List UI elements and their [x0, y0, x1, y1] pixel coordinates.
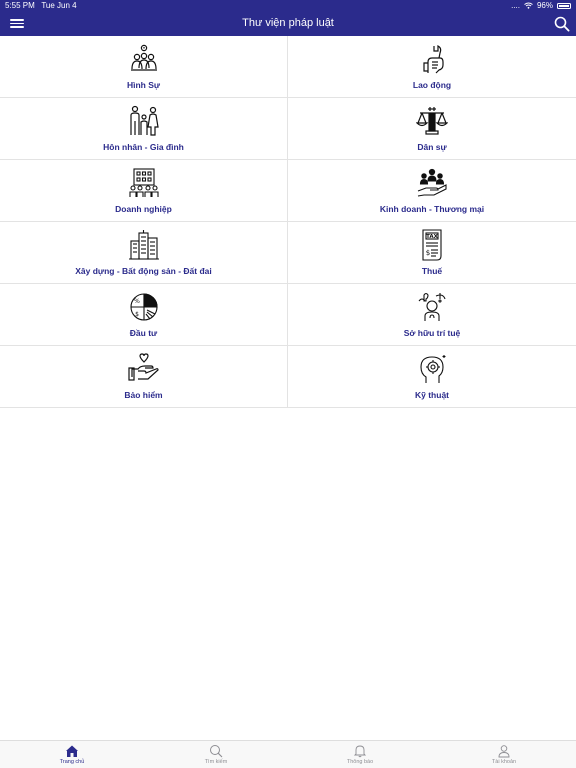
category-label: Xây dựng - Bất động sản - Đất đai — [75, 266, 212, 276]
svg-text:%: % — [134, 298, 140, 305]
enterprise-building-icon — [128, 168, 159, 197]
status-bar: 5:55 PM Tue Jun 4 .... 96% — [0, 0, 576, 12]
bottom-tab-bar: Trang chủ Tìm kiếm Thông báo Tài khoản — [0, 740, 576, 768]
category-grid: Hình Sự Lao động Hôn nhân - Gia đình Dân… — [0, 36, 576, 408]
tab-label: Thông báo — [346, 759, 374, 765]
svg-text:$: $ — [135, 311, 139, 318]
category-civil[interactable]: Dân sự — [288, 98, 576, 159]
user-icon — [498, 745, 510, 758]
home-icon — [66, 745, 78, 757]
bell-icon — [353, 745, 367, 758]
criminal-people-icon — [130, 44, 157, 71]
category-label: Đầu tư — [129, 328, 158, 338]
category-label: Bảo hiểm — [124, 390, 163, 400]
family-icon — [129, 105, 159, 136]
category-enterprise[interactable]: Doanh nghiệp — [0, 160, 288, 221]
category-label: Doanh nghiệp — [115, 204, 172, 214]
category-tax[interactable]: TAX $ Thuế — [288, 222, 576, 283]
category-row: Doanh nghiệp Kinh doanh - Thương mại — [0, 160, 576, 222]
tab-label: Tìm kiếm — [204, 759, 228, 765]
category-technical[interactable]: Kỹ thuật — [288, 346, 576, 407]
category-label: Hôn nhân - Gia đình — [103, 142, 184, 152]
category-row: % $ Đầu tư Sở hữu trí tuệ — [0, 284, 576, 346]
category-criminal[interactable]: Hình Sự — [0, 36, 288, 97]
construction-buildings-icon — [128, 230, 159, 260]
intellectual-property-icon — [418, 292, 446, 321]
status-right: .... 96% — [511, 1, 571, 10]
category-row: Bảo hiểm Kỹ thuật — [0, 346, 576, 408]
top-bar: 5:55 PM Tue Jun 4 .... 96% Thư viện pháp… — [0, 0, 576, 36]
category-ip[interactable]: Sở hữu trí tuệ — [288, 284, 576, 345]
wifi-icon — [524, 2, 533, 9]
category-investment[interactable]: % $ Đầu tư — [0, 284, 288, 345]
category-family[interactable]: Hôn nhân - Gia đình — [0, 98, 288, 159]
category-row: Hình Sự Lao động — [0, 36, 576, 98]
page-title: Thư viện pháp luật — [242, 17, 334, 29]
category-labor[interactable]: Lao động — [288, 36, 576, 97]
category-row: Xây dựng - Bất động sản - Đất đai TAX $ … — [0, 222, 576, 284]
tab-account[interactable]: Tài khoản — [432, 741, 576, 768]
tab-home[interactable]: Trang chủ — [0, 741, 144, 768]
insurance-hand-heart-icon — [127, 353, 159, 381]
tax-document-icon: TAX $ — [422, 229, 442, 261]
category-label: Kinh doanh - Thương mại — [379, 204, 485, 214]
category-label: Hình Sự — [126, 80, 161, 90]
category-label: Kỹ thuật — [415, 390, 449, 400]
category-label: Dân sự — [417, 142, 447, 152]
nav-bar: Thư viện pháp luật — [0, 12, 576, 36]
category-label: Sở hữu trí tuệ — [403, 328, 461, 338]
business-hand-people-icon — [417, 168, 447, 197]
tab-label: Tài khoản — [491, 759, 517, 765]
investment-pie-icon: % $ — [129, 293, 158, 321]
search-icon[interactable] — [554, 16, 570, 32]
battery-percent: 96% — [536, 1, 553, 10]
svg-text:TAX: TAX — [426, 234, 439, 240]
search-icon — [210, 745, 223, 758]
category-insurance[interactable]: Bảo hiểm — [0, 346, 288, 407]
tab-notifications[interactable]: Thông báo — [288, 741, 432, 768]
tab-search[interactable]: Tìm kiếm — [144, 741, 288, 768]
svg-text:$: $ — [426, 249, 430, 257]
labor-wrench-hand-icon — [423, 45, 444, 74]
category-label: Lao động — [412, 80, 452, 90]
category-construction[interactable]: Xây dựng - Bất động sản - Đất đai — [0, 222, 288, 283]
category-row: Hôn nhân - Gia đình Dân sự — [0, 98, 576, 160]
justice-scales-icon — [416, 107, 448, 135]
technology-head-gear-icon — [420, 355, 446, 383]
status-time: 5:55 PM Tue Jun 4 — [5, 1, 77, 10]
category-label: Thuế — [421, 266, 443, 276]
category-business[interactable]: Kinh doanh - Thương mại — [288, 160, 576, 221]
battery-icon — [557, 2, 571, 9]
signal-indicator: .... — [511, 1, 520, 10]
tab-label: Trang chủ — [59, 759, 85, 765]
